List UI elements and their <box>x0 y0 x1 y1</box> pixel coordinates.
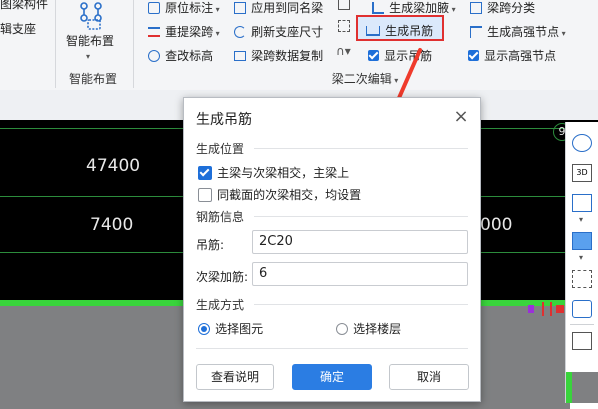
ok-button[interactable]: 确定 <box>292 364 372 390</box>
close-icon[interactable]: × <box>452 108 470 126</box>
dialog-title: 生成吊筋 <box>196 112 252 128</box>
hanger-label: 吊筋: <box>196 238 225 252</box>
option-label: 主梁与次梁相交，主梁上 <box>217 166 350 180</box>
option-label: 同截面的次梁相交，均设置 <box>217 188 362 202</box>
secondary-rebar-label: 次梁加筋: <box>196 270 249 284</box>
section-divider <box>254 148 468 149</box>
section-rebar: 钢筋信息 <box>196 210 245 224</box>
cancel-button[interactable]: 取消 <box>389 364 469 390</box>
help-button[interactable]: 查看说明 <box>196 364 274 390</box>
option-same-section-checkbox[interactable] <box>198 187 212 202</box>
section-divider <box>254 304 468 305</box>
option-main-secondary[interactable]: 主梁与次梁相交，主梁上 <box>198 162 349 181</box>
radio-label: 选择楼层 <box>353 322 402 336</box>
footer-divider <box>196 348 468 349</box>
section-position: 生成位置 <box>196 142 245 156</box>
generate-hanger-dialog: 生成吊筋 × 生成位置 主梁与次梁相交，主梁上 同截面的次梁相交，均设置 钢筋信… <box>183 97 481 402</box>
hanger-input[interactable]: 2C20 <box>252 230 468 254</box>
radio-label: 选择图元 <box>215 322 264 336</box>
section-method: 生成方式 <box>196 298 245 312</box>
secondary-rebar-input[interactable]: 6 <box>252 262 468 286</box>
radio-select-element[interactable]: 选择图元 <box>198 318 263 337</box>
radio-select-floor-dot[interactable] <box>336 322 348 335</box>
option-main-secondary-checkbox[interactable] <box>198 165 212 180</box>
radio-select-floor[interactable]: 选择楼层 <box>336 318 401 337</box>
option-same-section[interactable]: 同截面的次梁相交，均设置 <box>198 184 361 203</box>
section-divider <box>254 216 468 217</box>
radio-select-element-dot[interactable] <box>198 322 210 335</box>
